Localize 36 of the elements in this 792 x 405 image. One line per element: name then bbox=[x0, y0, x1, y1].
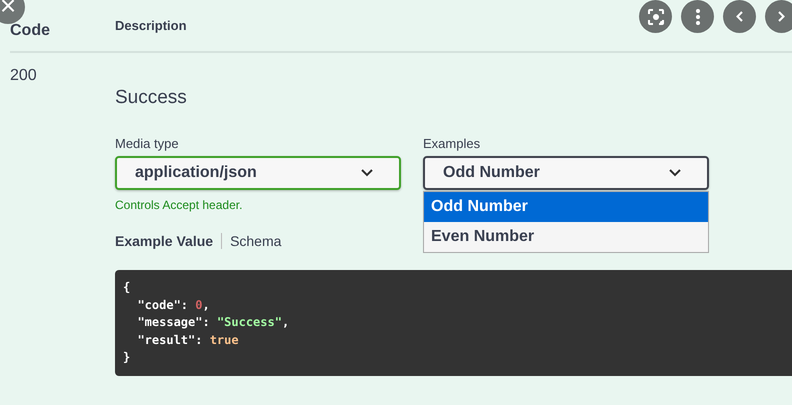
lens-icon bbox=[648, 8, 664, 24]
dropdown-option[interactable]: Even Number bbox=[424, 222, 708, 252]
code-token: : bbox=[180, 298, 190, 312]
tab[interactable]: Example Value bbox=[115, 233, 214, 249]
code-token: } bbox=[123, 350, 130, 364]
chevron-down-icon bbox=[361, 169, 373, 177]
dropdown-option[interactable]: Odd Number bbox=[424, 192, 708, 222]
field-label: Media type bbox=[115, 136, 180, 152]
code-token: "result" bbox=[136, 332, 196, 346]
code-token: : bbox=[202, 315, 211, 329]
code-token: "code" bbox=[136, 298, 181, 312]
chevron-down-icon bbox=[669, 169, 681, 177]
lens-button[interactable] bbox=[639, 0, 672, 33]
code-token: true bbox=[210, 332, 239, 346]
previous-button[interactable] bbox=[723, 0, 756, 33]
code-token: { bbox=[123, 280, 130, 294]
media-type-select[interactable]: application/json bbox=[115, 156, 401, 190]
response-description: Success bbox=[115, 87, 188, 109]
code-token: "message" bbox=[136, 315, 202, 329]
code-token: : bbox=[195, 332, 204, 346]
column-header: Description bbox=[115, 18, 187, 35]
chevron-right-icon bbox=[778, 11, 785, 22]
more-icon bbox=[696, 8, 700, 24]
hint-text: Controls Accept header. bbox=[115, 198, 244, 212]
next-button[interactable] bbox=[765, 0, 792, 33]
code-token: "Success" bbox=[216, 315, 282, 329]
response-code: 200 bbox=[10, 67, 37, 84]
code-token: 0 bbox=[195, 298, 202, 312]
tab[interactable]: Schema bbox=[230, 233, 282, 249]
code-token: , bbox=[202, 298, 210, 312]
chevron-left-icon bbox=[736, 11, 743, 22]
column-header: Code bbox=[10, 22, 51, 41]
examples-select[interactable]: Odd Number bbox=[423, 156, 709, 190]
field-label: Examples bbox=[423, 136, 482, 152]
code-token: , bbox=[282, 315, 290, 329]
more-button[interactable] bbox=[681, 0, 714, 33]
